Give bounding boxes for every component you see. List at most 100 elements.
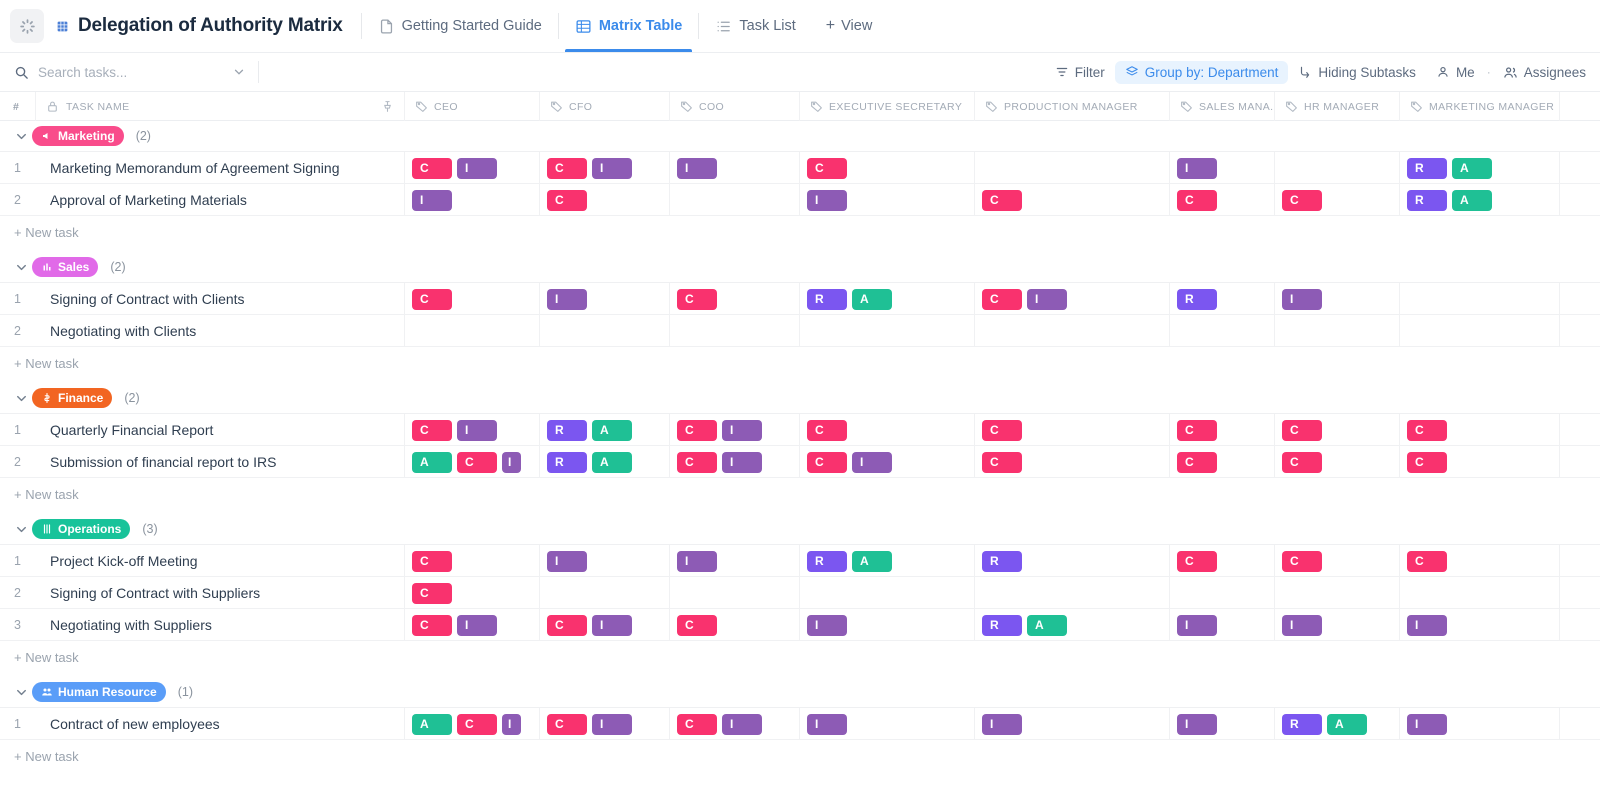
- raci-badge[interactable]: C: [982, 288, 1022, 310]
- raci-badge[interactable]: A: [592, 451, 632, 473]
- raci-cell-ceo[interactable]: ACI: [405, 708, 540, 740]
- task-name-cell[interactable]: Signing of Contract with Clients: [36, 283, 405, 315]
- raci-cell-hr_mgr[interactable]: [1275, 577, 1400, 609]
- raci-cell-cfo[interactable]: [540, 577, 670, 609]
- task-name-cell[interactable]: Quarterly Financial Report: [36, 414, 405, 446]
- column-header-executive-secretary[interactable]: EXECUTIVE SECRETARY: [800, 92, 975, 121]
- new-task-button[interactable]: + New task: [0, 347, 1600, 379]
- raci-cell-cfo[interactable]: C: [540, 184, 670, 216]
- chevron-down-icon[interactable]: [14, 129, 29, 144]
- raci-badge[interactable]: A: [852, 550, 892, 572]
- raci-cell-ceo[interactable]: CI: [405, 414, 540, 446]
- group-header-row[interactable]: Finance (2): [0, 383, 1600, 414]
- group-collapse-toggle[interactable]: [10, 685, 32, 700]
- raci-cell-prod_mgr[interactable]: R: [975, 545, 1170, 577]
- raci-cell-exec_sec[interactable]: RA: [800, 283, 975, 315]
- raci-badge[interactable]: R: [1407, 157, 1447, 179]
- group-tag[interactable]: Operations: [32, 519, 131, 539]
- group-tag[interactable]: Finance: [32, 388, 113, 408]
- raci-badge[interactable]: C: [1177, 189, 1217, 211]
- raci-cell-mkt_mgr[interactable]: RA: [1400, 184, 1560, 216]
- raci-badge[interactable]: C: [1177, 550, 1217, 572]
- raci-cell-cfo[interactable]: CI: [540, 609, 670, 641]
- raci-badge[interactable]: C: [982, 419, 1022, 441]
- raci-cell-cfo[interactable]: CI: [540, 152, 670, 184]
- raci-cell-hr_mgr[interactable]: RA: [1275, 708, 1400, 740]
- raci-cell-exec_sec[interactable]: I: [800, 609, 975, 641]
- raci-badge[interactable]: C: [547, 614, 587, 636]
- table-row[interactable]: 1 Quarterly Financial Report C I R A C I C C C C C: [0, 414, 1600, 446]
- task-name-cell[interactable]: Marketing Memorandum of Agreement Signin…: [36, 152, 405, 184]
- column-header-marketing-manager[interactable]: MARKETING MANAGER: [1400, 92, 1560, 121]
- raci-badge[interactable]: I: [547, 550, 587, 572]
- raci-badge[interactable]: A: [1027, 614, 1067, 636]
- raci-cell-hr_mgr[interactable]: C: [1275, 545, 1400, 577]
- group-tag[interactable]: Human Resource: [32, 682, 166, 702]
- raci-cell-coo[interactable]: [670, 315, 800, 347]
- raci-badge[interactable]: C: [412, 550, 452, 572]
- raci-cell-hr_mgr[interactable]: C: [1275, 414, 1400, 446]
- task-name-cell[interactable]: Negotiating with Suppliers: [36, 609, 405, 641]
- raci-badge[interactable]: R: [547, 419, 587, 441]
- raci-badge[interactable]: I: [502, 451, 521, 473]
- raci-badge[interactable]: I: [1177, 614, 1217, 636]
- raci-cell-prod_mgr[interactable]: [975, 152, 1170, 184]
- raci-badge[interactable]: I: [457, 157, 497, 179]
- raci-badge[interactable]: I: [457, 614, 497, 636]
- raci-cell-sales_mgr[interactable]: [1170, 577, 1275, 609]
- raci-cell-coo[interactable]: [670, 577, 800, 609]
- raci-cell-mkt_mgr[interactable]: I: [1400, 708, 1560, 740]
- raci-cell-ceo[interactable]: CI: [405, 152, 540, 184]
- raci-cell-prod_mgr[interactable]: CI: [975, 283, 1170, 315]
- group-tag[interactable]: Marketing: [32, 126, 124, 146]
- raci-cell-exec_sec[interactable]: [800, 577, 975, 609]
- raci-cell-ceo[interactable]: C: [405, 577, 540, 609]
- raci-badge[interactable]: C: [457, 713, 497, 735]
- raci-badge[interactable]: C: [412, 582, 452, 604]
- raci-badge[interactable]: C: [1282, 189, 1322, 211]
- raci-badge[interactable]: I: [722, 419, 762, 441]
- chevron-down-icon[interactable]: [14, 685, 29, 700]
- raci-badge[interactable]: I: [1027, 288, 1067, 310]
- raci-cell-exec_sec[interactable]: RA: [800, 545, 975, 577]
- table-row[interactable]: 1 Project Kick-off Meeting C I I R A R C C C: [0, 545, 1600, 577]
- group-header-row[interactable]: Operations (3): [0, 514, 1600, 545]
- raci-badge[interactable]: R: [982, 614, 1022, 636]
- raci-cell-hr_mgr[interactable]: I: [1275, 609, 1400, 641]
- view-tab-getting-started-guide[interactable]: Getting Started Guide: [362, 0, 558, 52]
- raci-badge[interactable]: I: [852, 451, 892, 473]
- raci-badge[interactable]: I: [722, 713, 762, 735]
- table-row[interactable]: 1 Signing of Contract with Clients C I C R A C I…: [0, 283, 1600, 315]
- raci-badge[interactable]: I: [1282, 288, 1322, 310]
- raci-cell-sales_mgr[interactable]: C: [1170, 446, 1275, 478]
- raci-cell-ceo[interactable]: C: [405, 545, 540, 577]
- raci-badge[interactable]: C: [982, 451, 1022, 473]
- raci-cell-prod_mgr[interactable]: C: [975, 184, 1170, 216]
- raci-badge[interactable]: R: [1282, 713, 1322, 735]
- raci-badge[interactable]: I: [807, 614, 847, 636]
- raci-cell-coo[interactable]: C: [670, 609, 800, 641]
- raci-badge[interactable]: I: [457, 419, 497, 441]
- raci-cell-mkt_mgr[interactable]: I: [1400, 609, 1560, 641]
- raci-badge[interactable]: A: [1452, 189, 1492, 211]
- raci-cell-cfo[interactable]: [540, 315, 670, 347]
- task-name-cell[interactable]: Project Kick-off Meeting: [36, 545, 405, 577]
- chevron-down-icon[interactable]: [232, 65, 246, 79]
- raci-badge[interactable]: C: [1282, 419, 1322, 441]
- raci-badge[interactable]: I: [1407, 614, 1447, 636]
- raci-badge[interactable]: I: [592, 614, 632, 636]
- raci-cell-hr_mgr[interactable]: C: [1275, 184, 1400, 216]
- task-name-cell[interactable]: Submission of financial report to IRS: [36, 446, 405, 478]
- raci-cell-hr_mgr[interactable]: C: [1275, 446, 1400, 478]
- raci-badge[interactable]: C: [457, 451, 497, 473]
- raci-cell-cfo[interactable]: CI: [540, 708, 670, 740]
- column-header-production-manager[interactable]: PRODUCTION MANAGER: [975, 92, 1170, 121]
- raci-badge[interactable]: I: [722, 451, 762, 473]
- raci-badge[interactable]: I: [807, 189, 847, 211]
- raci-badge[interactable]: A: [412, 451, 452, 473]
- raci-badge[interactable]: C: [412, 157, 452, 179]
- raci-cell-prod_mgr[interactable]: [975, 315, 1170, 347]
- assignees-button[interactable]: Assignees: [1493, 61, 1596, 84]
- raci-badge[interactable]: A: [1327, 713, 1367, 735]
- raci-badge[interactable]: I: [982, 713, 1022, 735]
